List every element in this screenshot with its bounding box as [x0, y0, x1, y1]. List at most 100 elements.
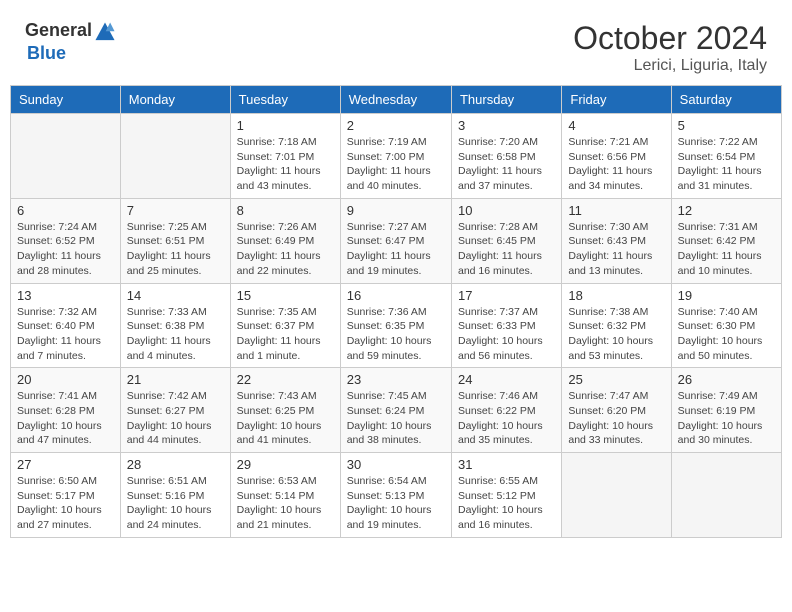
day-number: 21 — [127, 372, 224, 387]
calendar-day-30: 30Sunrise: 6:54 AM Sunset: 5:13 PM Dayli… — [340, 453, 451, 538]
day-number: 13 — [17, 288, 114, 303]
calendar-day-29: 29Sunrise: 6:53 AM Sunset: 5:14 PM Dayli… — [230, 453, 340, 538]
day-number: 2 — [347, 118, 445, 133]
logo: General Blue — [25, 20, 118, 64]
day-info: Sunrise: 7:20 AM Sunset: 6:58 PM Dayligh… — [458, 135, 555, 194]
calendar-week-row: 1 Sunrise: 7:18 AM Sunset: 7:01 PM Daylig… — [11, 114, 782, 199]
calendar-day-14: 14 Sunrise: 7:33 AM Sunset: 6:38 PM Dayli… — [120, 283, 230, 368]
calendar-week-row: 27 Sunrise: 6:50 AM Sunset: 5:17 PM Dayli… — [11, 453, 782, 538]
calendar-day-20: 20 Sunrise: 7:41 AM Sunset: 6:28 PM Dayli… — [11, 368, 121, 453]
calendar-day-13: 13Sunrise: 7:32 AM Sunset: 6:40 PM Dayli… — [11, 283, 121, 368]
day-number: 14 — [127, 288, 224, 303]
calendar-header-row: SundayMondayTuesdayWednesdayThursdayFrid… — [11, 86, 782, 114]
calendar-day-31: 31Sunrise: 6:55 AM Sunset: 5:12 PM Dayli… — [451, 453, 561, 538]
day-info: Sunrise: 7:21 AM Sunset: 6:56 PM Dayligh… — [568, 135, 664, 194]
day-info: Sunrise: 7:25 AM Sunset: 6:51 PM Dayligh… — [127, 220, 224, 279]
day-number: 26 — [678, 372, 775, 387]
day-info: Sunrise: 7:45 AM Sunset: 6:24 PM Dayligh… — [347, 389, 445, 448]
day-number: 20 — [17, 372, 114, 387]
day-number: 6 — [17, 203, 114, 218]
day-number: 15 — [237, 288, 334, 303]
day-number: 11 — [568, 203, 664, 218]
calendar-day-19: 19 Sunrise: 7:40 AM Sunset: 6:30 PM Dayli… — [671, 283, 781, 368]
day-number: 10 — [458, 203, 555, 218]
day-info: Sunrise: 7:31 AM Sunset: 6:42 PM Dayligh… — [678, 220, 775, 279]
day-info: Sunrise: 7:47 AM Sunset: 6:20 PM Dayligh… — [568, 389, 664, 448]
day-number: 17 — [458, 288, 555, 303]
day-info: Sunrise: 7:18 AM Sunset: 7:01 PM Dayligh… — [237, 135, 334, 194]
calendar-day-12: 12 Sunrise: 7:31 AM Sunset: 6:42 PM Dayli… — [671, 198, 781, 283]
calendar-day-2: 2 Sunrise: 7:19 AM Sunset: 7:00 PM Daylig… — [340, 114, 451, 199]
day-info: Sunrise: 6:53 AM Sunset: 5:14 PM Dayligh… — [237, 474, 334, 533]
calendar-day-22: 22 Sunrise: 7:43 AM Sunset: 6:25 PM Dayli… — [230, 368, 340, 453]
calendar-day-4: 4Sunrise: 7:21 AM Sunset: 6:56 PM Daylig… — [562, 114, 671, 199]
day-number: 16 — [347, 288, 445, 303]
day-info: Sunrise: 6:51 AM Sunset: 5:16 PM Dayligh… — [127, 474, 224, 533]
day-info: Sunrise: 7:42 AM Sunset: 6:27 PM Dayligh… — [127, 389, 224, 448]
column-header-thursday: Thursday — [451, 86, 561, 114]
day-info: Sunrise: 7:33 AM Sunset: 6:38 PM Dayligh… — [127, 305, 224, 364]
column-header-friday: Friday — [562, 86, 671, 114]
calendar-day-5: 5 Sunrise: 7:22 AM Sunset: 6:54 PM Daylig… — [671, 114, 781, 199]
calendar-empty-cell — [671, 453, 781, 538]
day-number: 19 — [678, 288, 775, 303]
day-info: Sunrise: 7:38 AM Sunset: 6:32 PM Dayligh… — [568, 305, 664, 364]
column-header-wednesday: Wednesday — [340, 86, 451, 114]
day-number: 22 — [237, 372, 334, 387]
column-header-tuesday: Tuesday — [230, 86, 340, 114]
day-number: 27 — [17, 457, 114, 472]
day-number: 30 — [347, 457, 445, 472]
day-info: Sunrise: 7:19 AM Sunset: 7:00 PM Dayligh… — [347, 135, 445, 194]
calendar-day-9: 9 Sunrise: 7:27 AM Sunset: 6:47 PM Daylig… — [340, 198, 451, 283]
day-info: Sunrise: 7:30 AM Sunset: 6:43 PM Dayligh… — [568, 220, 664, 279]
calendar-week-row: 13Sunrise: 7:32 AM Sunset: 6:40 PM Dayli… — [11, 283, 782, 368]
calendar-day-24: 24 Sunrise: 7:46 AM Sunset: 6:22 PM Dayli… — [451, 368, 561, 453]
day-info: Sunrise: 7:41 AM Sunset: 6:28 PM Dayligh… — [17, 389, 114, 448]
day-info: Sunrise: 7:40 AM Sunset: 6:30 PM Dayligh… — [678, 305, 775, 364]
location-title: Lerici, Liguria, Italy — [573, 57, 767, 75]
calendar-empty-cell — [11, 114, 121, 199]
calendar-day-16: 16Sunrise: 7:36 AM Sunset: 6:35 PM Dayli… — [340, 283, 451, 368]
day-info: Sunrise: 7:24 AM Sunset: 6:52 PM Dayligh… — [17, 220, 114, 279]
day-number: 9 — [347, 203, 445, 218]
calendar-day-1: 1 Sunrise: 7:18 AM Sunset: 7:01 PM Daylig… — [230, 114, 340, 199]
day-number: 12 — [678, 203, 775, 218]
column-header-monday: Monday — [120, 86, 230, 114]
logo-blue: Blue — [27, 43, 66, 63]
calendar-table: SundayMondayTuesdayWednesdayThursdayFrid… — [10, 85, 782, 538]
calendar-day-28: 28Sunrise: 6:51 AM Sunset: 5:16 PM Dayli… — [120, 453, 230, 538]
day-number: 1 — [237, 118, 334, 133]
calendar-day-21: 21 Sunrise: 7:42 AM Sunset: 6:27 PM Dayli… — [120, 368, 230, 453]
page-header: General Blue October 2024 Lerici, Liguri… — [10, 10, 782, 80]
day-info: Sunrise: 7:22 AM Sunset: 6:54 PM Dayligh… — [678, 135, 775, 194]
day-info: Sunrise: 7:27 AM Sunset: 6:47 PM Dayligh… — [347, 220, 445, 279]
calendar-day-27: 27 Sunrise: 6:50 AM Sunset: 5:17 PM Dayli… — [11, 453, 121, 538]
day-number: 7 — [127, 203, 224, 218]
title-area: October 2024 Lerici, Liguria, Italy — [573, 20, 767, 75]
day-number: 5 — [678, 118, 775, 133]
day-info: Sunrise: 7:26 AM Sunset: 6:49 PM Dayligh… — [237, 220, 334, 279]
logo-icon — [94, 21, 116, 43]
calendar-week-row: 20 Sunrise: 7:41 AM Sunset: 6:28 PM Dayli… — [11, 368, 782, 453]
day-info: Sunrise: 7:37 AM Sunset: 6:33 PM Dayligh… — [458, 305, 555, 364]
day-number: 3 — [458, 118, 555, 133]
calendar-day-15: 15 Sunrise: 7:35 AM Sunset: 6:37 PM Dayli… — [230, 283, 340, 368]
day-info: Sunrise: 6:55 AM Sunset: 5:12 PM Dayligh… — [458, 474, 555, 533]
calendar-day-8: 8 Sunrise: 7:26 AM Sunset: 6:49 PM Daylig… — [230, 198, 340, 283]
day-info: Sunrise: 7:35 AM Sunset: 6:37 PM Dayligh… — [237, 305, 334, 364]
month-title: October 2024 — [573, 20, 767, 57]
column-header-saturday: Saturday — [671, 86, 781, 114]
calendar-day-10: 10 Sunrise: 7:28 AM Sunset: 6:45 PM Dayli… — [451, 198, 561, 283]
calendar-day-11: 11 Sunrise: 7:30 AM Sunset: 6:43 PM Dayli… — [562, 198, 671, 283]
day-number: 23 — [347, 372, 445, 387]
day-info: Sunrise: 7:43 AM Sunset: 6:25 PM Dayligh… — [237, 389, 334, 448]
calendar-empty-cell — [120, 114, 230, 199]
calendar-day-6: 6 Sunrise: 7:24 AM Sunset: 6:52 PM Daylig… — [11, 198, 121, 283]
day-info: Sunrise: 7:46 AM Sunset: 6:22 PM Dayligh… — [458, 389, 555, 448]
day-info: Sunrise: 7:28 AM Sunset: 6:45 PM Dayligh… — [458, 220, 555, 279]
day-number: 18 — [568, 288, 664, 303]
day-number: 8 — [237, 203, 334, 218]
calendar-day-26: 26Sunrise: 7:49 AM Sunset: 6:19 PM Dayli… — [671, 368, 781, 453]
day-info: Sunrise: 6:50 AM Sunset: 5:17 PM Dayligh… — [17, 474, 114, 533]
day-number: 24 — [458, 372, 555, 387]
